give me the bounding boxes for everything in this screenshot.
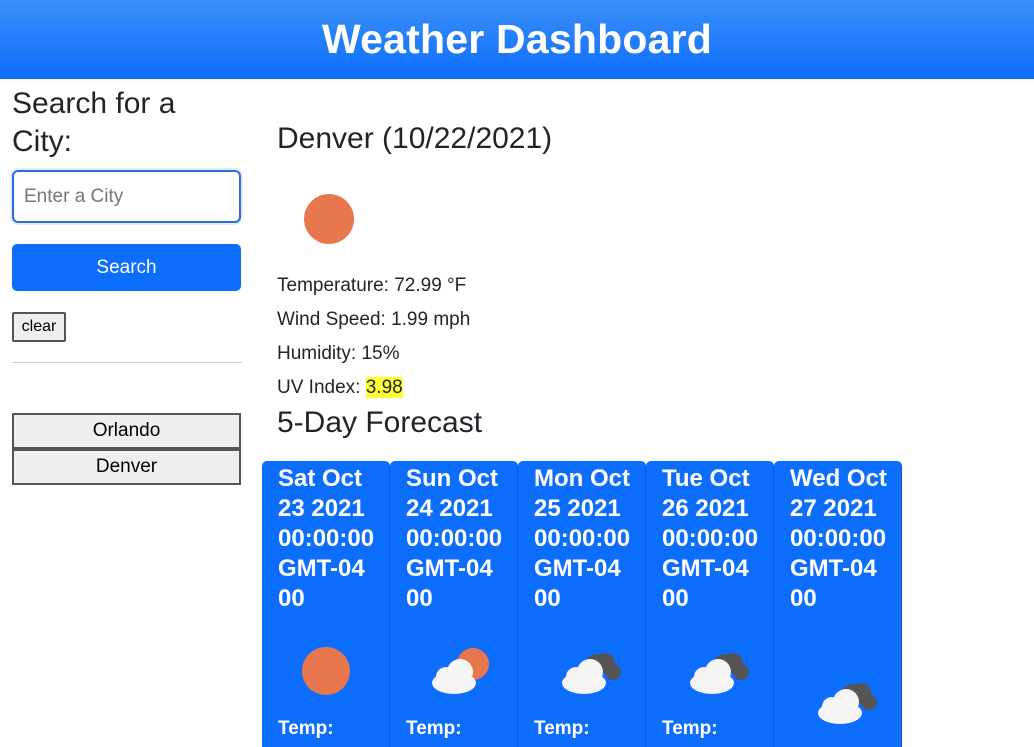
current-weather: Denver (10/22/2021) Temperature: 72.99 °… — [277, 118, 1017, 443]
forecast-card: Wed Oct 27 2021 00:00:00 GMT-0400 — [774, 461, 902, 747]
search-history: Orlando Denver — [12, 413, 242, 485]
forecast-temp-label: Temp: — [662, 718, 718, 739]
sidebar: Search for a City: Search clear Orlando … — [12, 85, 242, 485]
search-button[interactable]: Search — [12, 244, 241, 291]
cloudy-icon — [690, 653, 749, 694]
clear-button[interactable]: clear — [12, 312, 66, 342]
forecast-title: 5-Day Forecast — [277, 406, 483, 439]
forecast-cards: Sat Oct 23 2021 00:00:00 GMT-0400 Temp: … — [262, 461, 902, 747]
forecast-date: Sat Oct 23 2021 00:00:00 GMT-0400 — [278, 465, 375, 612]
temperature-text: Temperature: 72.99 °F — [277, 275, 467, 296]
forecast-temp-label: Temp: — [406, 718, 462, 739]
current-stats: Temperature: 72.99 °F Wind Speed: 1.99 m… — [277, 269, 1017, 405]
cloudy-icon — [818, 683, 877, 724]
search-heading: Search for a City: — [12, 87, 176, 158]
humidity-text: Humidity: 15% — [277, 343, 400, 364]
forecast-card: Mon Oct 25 2021 00:00:00 GMT-0400 Temp: — [518, 461, 646, 747]
page-header: Weather Dashboard — [0, 0, 1034, 79]
city-search-input[interactable] — [12, 170, 241, 223]
history-item-orlando[interactable]: Orlando — [12, 413, 241, 449]
partly-cloudy-icon — [432, 648, 489, 694]
forecast-card: Sun Oct 24 2021 00:00:00 GMT-0400 Temp: — [390, 461, 518, 747]
wind-speed-text: Wind Speed: 1.99 mph — [277, 309, 471, 330]
forecast-temp-label: Temp: — [278, 718, 334, 739]
cloudy-icon — [562, 653, 621, 694]
forecast-card: Tue Oct 26 2021 00:00:00 GMT-0400 Temp: — [646, 461, 774, 747]
forecast-date: Tue Oct 26 2021 00:00:00 GMT-0400 — [662, 465, 759, 612]
divider — [12, 362, 242, 363]
forecast-date: Wed Oct 27 2021 00:00:00 GMT-0400 — [790, 465, 887, 612]
sun-icon — [304, 194, 354, 244]
forecast-card: Sat Oct 23 2021 00:00:00 GMT-0400 Temp: — [262, 461, 390, 747]
city-title: Denver (10/22/2021) — [277, 122, 553, 155]
forecast-date: Sun Oct 24 2021 00:00:00 GMT-0400 — [406, 465, 503, 612]
uv-index-label: UV Index: — [277, 377, 366, 398]
page-title: Weather Dashboard — [322, 16, 712, 62]
forecast-date: Mon Oct 25 2021 00:00:00 GMT-0400 — [534, 465, 631, 612]
forecast-temp-label: Temp: — [534, 718, 590, 739]
uv-index-text: UV Index: 3.98 — [277, 371, 1017, 405]
sun-icon — [302, 647, 350, 695]
history-item-denver[interactable]: Denver — [12, 449, 241, 485]
uv-index-value: 3.98 — [365, 377, 403, 398]
